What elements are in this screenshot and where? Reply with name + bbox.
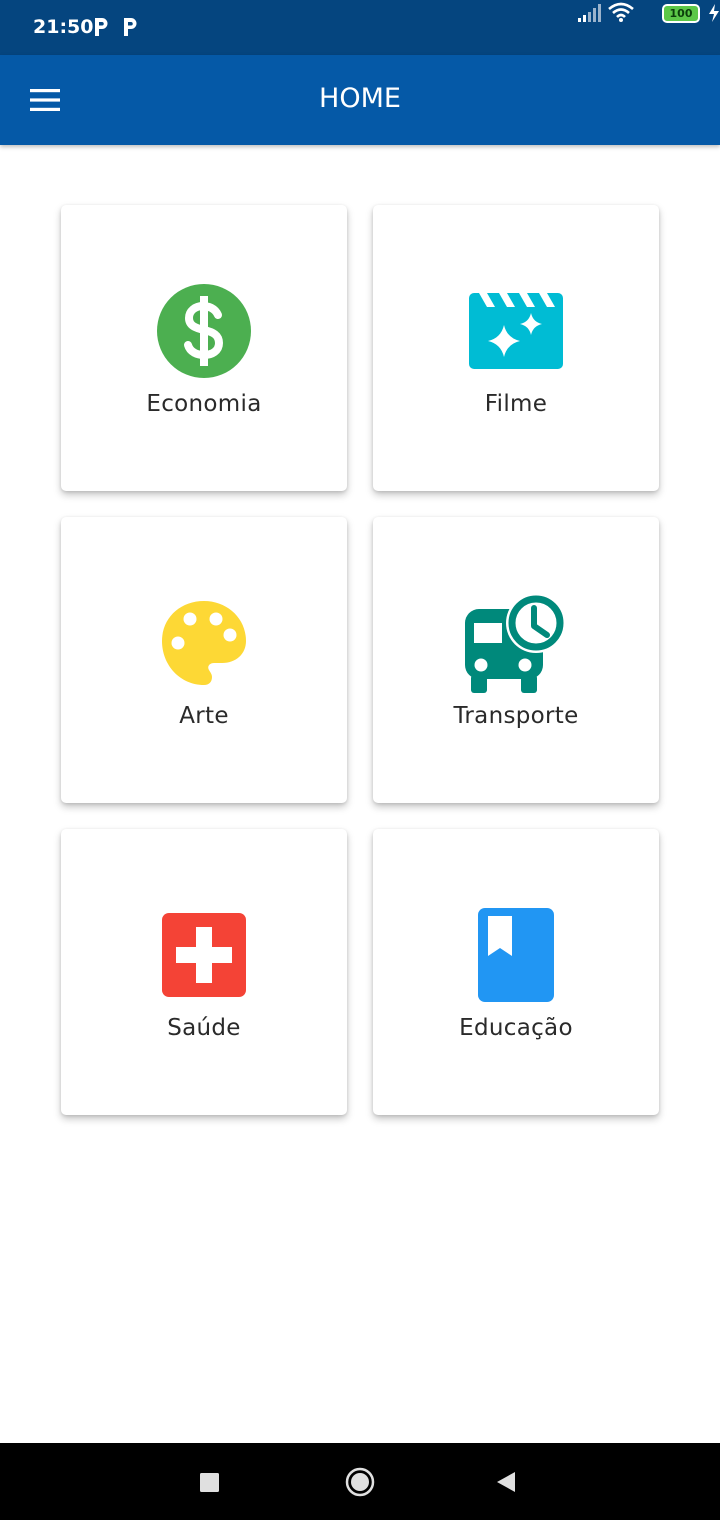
wifi-icon: [608, 2, 634, 22]
movie-clapper-icon: [469, 293, 563, 369]
category-card-economia[interactable]: Economia: [61, 205, 347, 491]
app-bar: HOME: [0, 55, 720, 145]
system-nav-bar: [0, 1443, 720, 1520]
status-time: 21:50: [33, 16, 94, 38]
home-button[interactable]: [345, 1467, 375, 1502]
recents-square-icon: [200, 1473, 219, 1492]
category-label: Arte: [179, 703, 229, 729]
category-label: Transporte: [453, 703, 579, 729]
category-label: Saúde: [167, 1015, 241, 1041]
palette-icon: [162, 601, 246, 685]
dollar-icon: [157, 284, 251, 378]
battery-icon: 100: [662, 4, 700, 23]
back-button[interactable]: [496, 1471, 516, 1498]
category-card-educacao[interactable]: Educação: [373, 829, 659, 1115]
p-icon: [124, 18, 137, 36]
medical-cross-icon: [162, 913, 246, 997]
bus-clock-icon: [465, 593, 566, 693]
category-label: Educação: [459, 1015, 573, 1041]
battery-level: 100: [669, 7, 693, 20]
p-icon: [95, 18, 108, 36]
page-title: HOME: [319, 83, 401, 114]
back-triangle-icon: [497, 1472, 515, 1492]
category-card-arte[interactable]: Arte: [61, 517, 347, 803]
home-circle-icon: [345, 1467, 375, 1497]
status-bar: 21:50 100: [0, 0, 720, 55]
category-label: Economia: [146, 391, 262, 417]
signal-icon: [578, 4, 601, 22]
recents-button[interactable]: [200, 1473, 219, 1497]
category-card-saude[interactable]: Saúde: [61, 829, 347, 1115]
bolt-icon: [709, 4, 719, 22]
book-icon: [478, 908, 554, 1002]
category-card-transporte[interactable]: Transporte: [373, 517, 659, 803]
category-label: Filme: [484, 391, 548, 417]
category-card-filme[interactable]: Filme: [373, 205, 659, 491]
